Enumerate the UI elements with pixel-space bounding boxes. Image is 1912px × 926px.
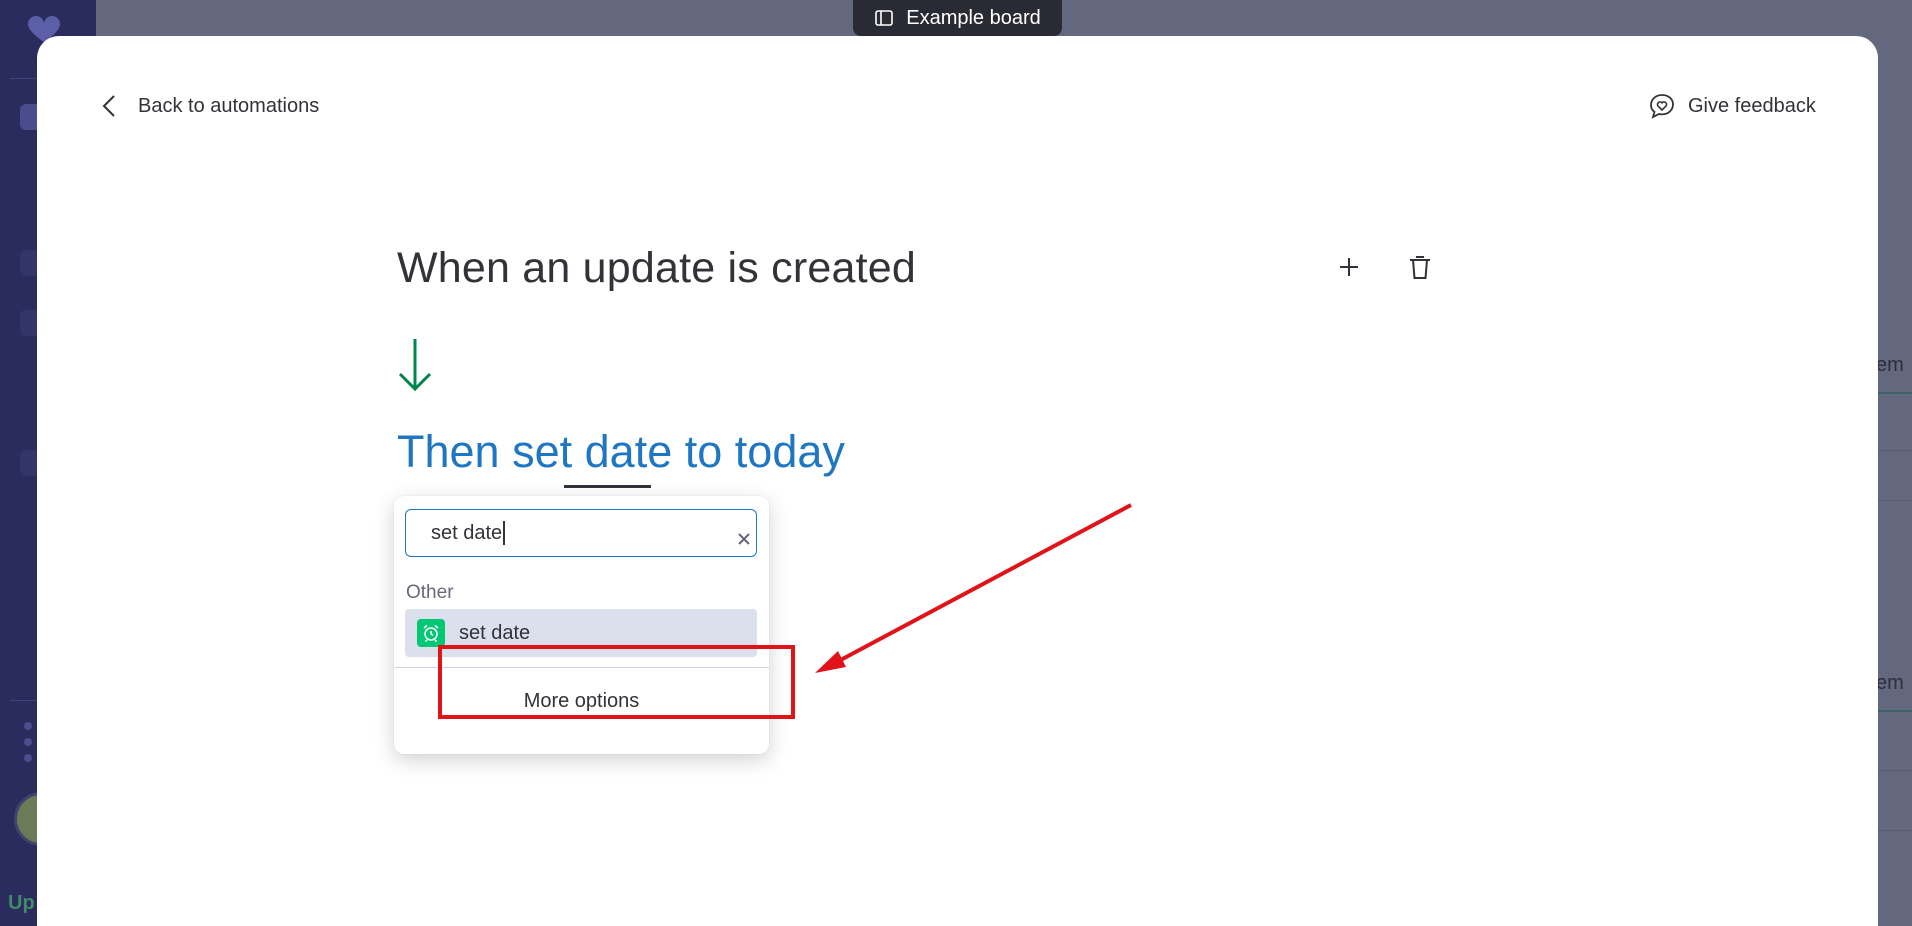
automation-editor-modal: Back to automations Give feedback <box>37 36 1878 926</box>
flow-down-arrow-icon <box>398 339 432 392</box>
text-caret <box>503 521 505 545</box>
action-word-then: Then <box>397 426 500 477</box>
chevron-left-icon <box>102 95 115 117</box>
background-line <box>1876 830 1912 831</box>
clear-search-icon[interactable] <box>736 531 752 547</box>
trigger-sentence[interactable]: When an update is created <box>397 244 916 293</box>
board-layout-icon <box>875 10 894 26</box>
action-search-input[interactable]: set date <box>405 509 757 557</box>
action-sentence: Then set date to today <box>397 426 845 478</box>
give-feedback-button[interactable]: Give feedback <box>1648 92 1816 120</box>
back-to-automations-link[interactable]: Back to automations <box>100 92 319 120</box>
board-name-label: Example board <box>906 6 1041 29</box>
background-column-fragment: em <box>1876 354 1904 376</box>
action-word-today[interactable]: today <box>735 426 845 477</box>
add-condition-button[interactable] <box>1332 250 1366 284</box>
background-line <box>1876 450 1912 451</box>
action-word-to: to <box>684 426 723 477</box>
background-line <box>1876 770 1912 771</box>
action-word-set[interactable]: set <box>512 426 572 477</box>
board-name-pill[interactable]: Example board <box>853 0 1062 36</box>
background-column-fragment: em <box>1876 672 1904 694</box>
feedback-heart-bubble-icon <box>1650 94 1674 119</box>
upgrade-fragment: Up <box>8 892 35 914</box>
annotation-highlight-box <box>438 645 795 719</box>
option-label: set date <box>459 621 531 644</box>
alarm-clock-icon <box>417 619 445 647</box>
action-word-date[interactable]: date <box>585 426 673 477</box>
active-field-underline <box>564 485 651 488</box>
search-input-value: set date <box>431 521 503 544</box>
option-group-label: Other <box>406 582 454 603</box>
background-line <box>1876 392 1912 394</box>
background-line <box>1876 500 1912 501</box>
delete-recipe-button[interactable] <box>1403 250 1437 284</box>
back-label: Back to automations <box>138 94 320 117</box>
background-line <box>1876 710 1912 712</box>
plus-icon <box>1340 258 1358 276</box>
feedback-label: Give feedback <box>1688 94 1816 117</box>
trash-icon <box>1410 256 1430 279</box>
